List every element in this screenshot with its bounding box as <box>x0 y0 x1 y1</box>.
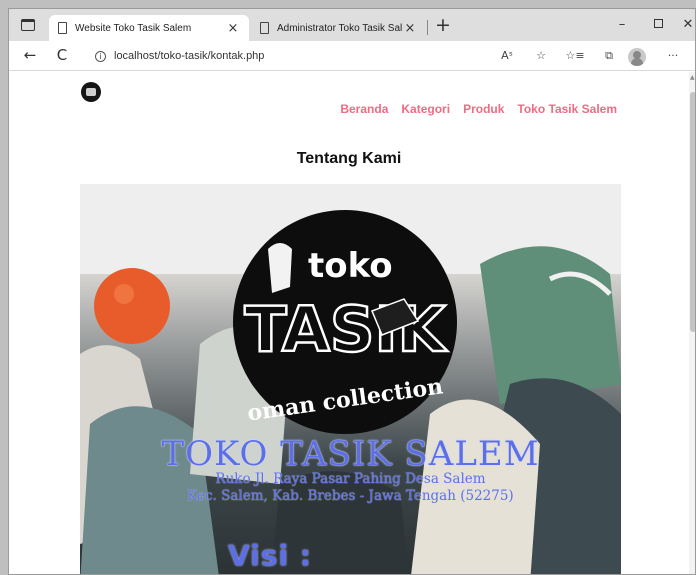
back-button[interactable]: ← <box>19 45 41 65</box>
page-viewport: Beranda Kategori Produk Toko Tasik Salem… <box>9 72 689 574</box>
close-window-button[interactable]: ✕ <box>673 14 695 36</box>
close-icon[interactable]: × <box>225 21 241 36</box>
tab-title: Administrator Toko Tasik Salem <box>277 22 402 34</box>
tab-bar: Website Toko Tasik Salem × Administrator… <box>9 9 695 41</box>
reload-button[interactable]: C <box>51 45 73 65</box>
browser-window: Website Toko Tasik Salem × Administrator… <box>8 8 696 575</box>
add-favorite-icon[interactable]: ☆ <box>531 48 551 64</box>
scroll-thumb[interactable] <box>690 92 695 332</box>
tab-separator <box>427 20 428 35</box>
address-line: Kec. Salem, Kab. Brebes - Jawa Tengah (5… <box>187 488 514 504</box>
close-icon[interactable]: × <box>402 21 418 36</box>
url-text[interactable]: localhost/toko-tasik/kontak.php <box>114 50 264 62</box>
main-nav: Beranda Kategori Produk Toko Tasik Salem <box>340 102 617 116</box>
tab-website[interactable]: Website Toko Tasik Salem × <box>49 15 249 41</box>
page-icon <box>58 22 67 34</box>
nav-produk[interactable]: Produk <box>463 102 504 116</box>
page-title: Tentang Kami <box>296 150 402 167</box>
window-menu-icon[interactable] <box>21 19 35 31</box>
minimize-button[interactable]: – <box>607 14 637 36</box>
about-banner: toko TASIK oman collection TOKO TASIK SA… <box>80 184 621 574</box>
page-scrollbar[interactable]: ▲ <box>689 72 695 574</box>
profile-avatar[interactable] <box>628 48 646 66</box>
store-name: TOKO TASIK SALEM <box>161 434 540 474</box>
scroll-up-icon[interactable]: ▲ <box>690 74 695 81</box>
store-logo: toko TASIK oman collection <box>233 210 457 434</box>
tab-administrator[interactable]: Administrator Toko Tasik Salem × <box>251 15 426 41</box>
nav-beranda[interactable]: Beranda <box>340 102 388 116</box>
logo-word-tasik: TASIK <box>244 293 447 366</box>
page-icon <box>260 22 269 34</box>
address-bar: ← C i localhost/toko-tasik/kontak.php Aˢ… <box>9 41 695 71</box>
favorites-icon[interactable]: ☆≡ <box>565 48 585 64</box>
tab-title: Website Toko Tasik Salem <box>75 22 192 34</box>
more-icon[interactable]: ··· <box>663 48 683 64</box>
url-field[interactable]: i localhost/toko-tasik/kontak.php <box>83 45 563 67</box>
site-logo[interactable] <box>81 82 101 102</box>
info-icon[interactable]: i <box>95 50 106 62</box>
maximize-button[interactable] <box>643 14 673 36</box>
maximize-icon <box>653 19 663 28</box>
new-tab-button[interactable]: + <box>433 14 453 36</box>
address-line: Ruko Jl. Raya Pasar Pahing Desa Salem <box>215 471 486 487</box>
visi-heading: Visi : <box>228 539 312 572</box>
collections-icon[interactable]: ⧉ <box>599 48 619 64</box>
nav-kategori[interactable]: Kategori <box>401 102 450 116</box>
nav-toko-tasik-salem[interactable]: Toko Tasik Salem <box>517 102 617 116</box>
logo-word-toko: toko <box>308 246 393 286</box>
read-aloud-icon[interactable]: Aˢ <box>497 48 517 64</box>
